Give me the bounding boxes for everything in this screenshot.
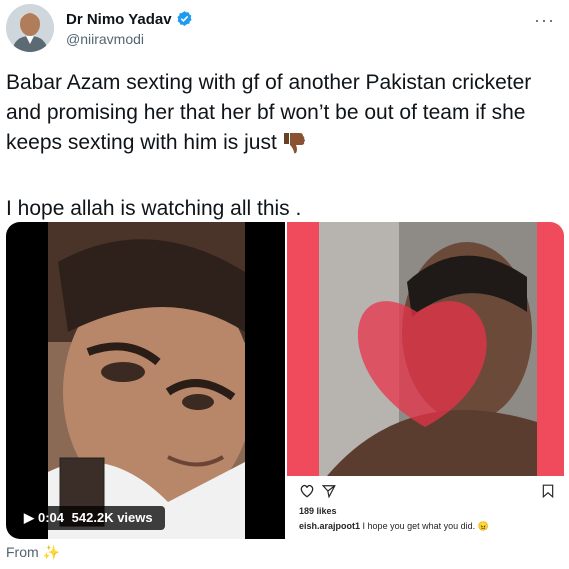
instagram-photo <box>287 222 564 476</box>
likes-count: 189 likes <box>299 506 337 516</box>
video-player[interactable]: ▶ 0:04 542.2K views <box>6 222 285 539</box>
emoji-icon: 😠 <box>477 521 489 531</box>
thumbs-down-emoji-icon <box>281 129 307 164</box>
instagram-caption: eish.arajpoot1 I hope you get what you d… <box>299 521 489 532</box>
like-heart-icon[interactable] <box>299 484 315 498</box>
tweet-paragraph-1: Babar Azam sexting with gf of another Pa… <box>6 68 562 164</box>
instagram-screenshot[interactable]: 189 likes eish.arajpoot1 I hope you get … <box>287 222 564 539</box>
verified-badge-icon <box>176 10 193 31</box>
tweet-paragraph-2: I hope allah is watching all this . <box>6 197 302 220</box>
tweet-line-1: Babar Azam sexting with gf of another Pa… <box>6 71 532 154</box>
bookmark-icon[interactable] <box>542 484 554 498</box>
avatar[interactable] <box>6 4 54 52</box>
tweet-header: Dr Nimo Yadav @niiravmodi ··· <box>6 4 563 56</box>
video-views: 542.2K views <box>71 510 153 525</box>
from-label: From ✨ <box>6 544 60 561</box>
display-name-text: Dr Nimo Yadav <box>66 11 172 28</box>
user-handle[interactable]: @niiravmodi <box>66 31 144 47</box>
video-time: 0:04 <box>38 510 65 525</box>
share-send-icon[interactable] <box>322 484 336 498</box>
caption-username: eish.arajpoot1 <box>299 521 361 531</box>
more-options-icon[interactable]: ··· <box>534 10 555 31</box>
tweet-text: Babar Azam sexting with gf of another Pa… <box>6 68 562 224</box>
video-frame <box>48 222 245 539</box>
caption-text: I hope you get what you did. <box>362 521 476 531</box>
from-text: From <box>6 544 39 560</box>
video-badge: ▶ 0:04 542.2K views <box>16 506 165 530</box>
instagram-actions: 189 likes eish.arajpoot1 I hope you get … <box>287 476 564 539</box>
media-grid[interactable]: ▶ 0:04 542.2K views 189 likes eish.arajpo… <box>6 222 564 539</box>
sparkles-icon: ✨ <box>42 544 60 560</box>
display-name[interactable]: Dr Nimo Yadav <box>66 10 193 31</box>
play-icon[interactable]: ▶ <box>24 510 34 525</box>
